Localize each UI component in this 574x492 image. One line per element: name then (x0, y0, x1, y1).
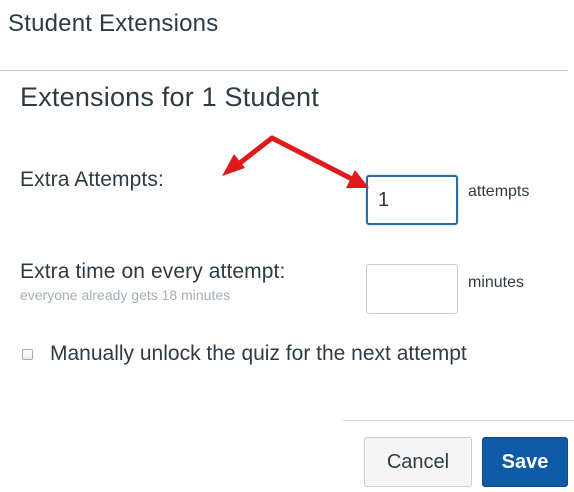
title-divider (0, 70, 568, 71)
manual-unlock-checkbox[interactable] (22, 349, 33, 360)
annotation-arrows (222, 135, 369, 188)
extra-time-input[interactable] (366, 264, 458, 314)
extra-time-unit: minutes (468, 274, 525, 291)
annotation-arrow-to-input (269, 135, 369, 188)
extra-time-hint: everyone already gets 18 minutes (20, 287, 231, 303)
annotation-arrow-to-label (222, 135, 275, 176)
manual-unlock-label[interactable]: Manually unlock the quiz for the next at… (50, 343, 520, 365)
save-button[interactable]: Save (482, 437, 568, 487)
footer-divider (343, 420, 574, 421)
extra-attempts-input[interactable] (366, 175, 458, 225)
section-title: Extensions for 1 Student (20, 82, 319, 112)
dialog-title: Student Extensions (8, 10, 219, 37)
extra-attempts-unit: attempts (468, 183, 530, 200)
extra-attempts-label: Extra Attempts: (20, 168, 164, 191)
extra-time-label: Extra time on every attempt: (20, 260, 286, 283)
cancel-button[interactable]: Cancel (364, 437, 472, 487)
